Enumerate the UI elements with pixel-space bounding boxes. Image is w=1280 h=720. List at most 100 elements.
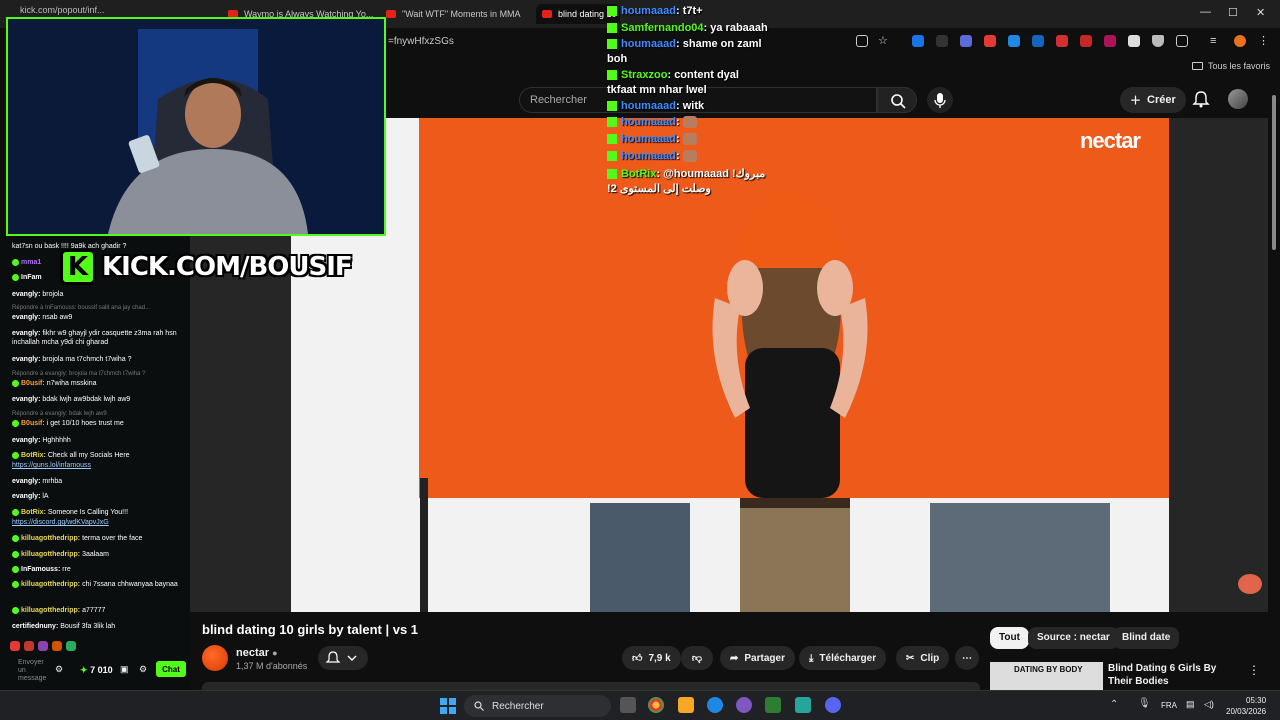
extension-icon[interactable]: [1056, 35, 1068, 47]
channel-name[interactable]: nectar ●: [236, 647, 278, 659]
settings-icon[interactable]: ⚙: [55, 664, 63, 675]
close-window-icon[interactable]: ✕: [1256, 6, 1265, 19]
youtube-favicon-icon: [542, 10, 552, 18]
create-button[interactable]: ＋ Créer: [1120, 87, 1186, 113]
chat-link[interactable]: https://guns.lol/infamouss: [12, 461, 184, 470]
app-icon[interactable]: [765, 697, 781, 713]
extension-icon[interactable]: [960, 35, 972, 47]
input-language[interactable]: FRA: [1161, 701, 1177, 710]
taskbar-clock[interactable]: 05:30 20/03/2026: [1226, 695, 1266, 717]
overlay-message: houmaaad:: [607, 116, 697, 129]
chat-send-button[interactable]: Chat: [156, 661, 186, 677]
chip-blind-date[interactable]: Blind date: [1113, 627, 1180, 649]
shield-icon[interactable]: [1152, 35, 1164, 47]
maximize-icon[interactable]: ☐: [1228, 6, 1238, 19]
chat-input[interactable]: Envoyer un message: [18, 659, 50, 683]
popout-window-title: kick.com/popout/inf...: [20, 5, 105, 15]
emote-icon[interactable]: [24, 641, 34, 651]
emote-icon: [682, 150, 697, 163]
emote-bar[interactable]: [10, 641, 76, 651]
overlay-message: BotRix: @houmaaad !مبروك: [607, 167, 765, 180]
kick-badge-icon: [607, 39, 617, 50]
task-view-icon[interactable]: [620, 697, 636, 713]
tab-wait-wtf[interactable]: "Wait WTF" Moments in MMA ✕: [380, 4, 530, 24]
emote-icon[interactable]: [66, 641, 76, 651]
file-explorer-icon[interactable]: [678, 697, 694, 713]
chevron-up-icon[interactable]: ⌃: [1110, 699, 1118, 710]
notifications-button[interactable]: [1192, 90, 1210, 113]
extension-icon[interactable]: [984, 35, 996, 47]
more-actions-button[interactable]: ⋯: [955, 646, 979, 670]
extension-icon[interactable]: [1128, 35, 1140, 47]
app-icon[interactable]: [736, 697, 752, 713]
chrome-icon[interactable]: [648, 697, 664, 713]
share-button[interactable]: ➦ Partager: [720, 646, 795, 670]
download-label: Télécharger: [819, 652, 877, 664]
extension-icon[interactable]: [1104, 35, 1116, 47]
clock-date: 20/03/2026: [1226, 707, 1267, 716]
microphone-icon[interactable]: 🎙︎: [1138, 698, 1151, 709]
windows-start-icon[interactable]: [440, 698, 456, 714]
page-scrollbar[interactable]: [1268, 80, 1280, 690]
emote-icon[interactable]: [10, 641, 20, 651]
chat-message: BotRix: Check all my Socials Here: [12, 451, 184, 460]
gift-icon[interactable]: ▣: [120, 664, 129, 675]
app-icon[interactable]: [795, 697, 811, 713]
kick-badge-icon: [607, 70, 617, 81]
address-bar[interactable]: =fnywHfxzSGs: [388, 36, 454, 47]
recommended-title[interactable]: Blind Dating 6 Girls By Their Bodies: [1108, 662, 1238, 688]
extension-icon[interactable]: [912, 35, 924, 47]
minimize-icon[interactable]: —: [1200, 6, 1211, 18]
dislike-button[interactable]: 👎︎: [681, 646, 713, 670]
voice-search-button[interactable]: [927, 87, 953, 113]
discord-icon[interactable]: [825, 697, 841, 713]
chat-link[interactable]: https://discord.gg/wdKVapvJxG: [12, 518, 184, 527]
download-button[interactable]: ⤓ Télécharger: [799, 646, 887, 670]
volume-icon[interactable]: ◁): [1204, 699, 1214, 710]
extension-icon[interactable]: [936, 35, 948, 47]
recommended-thumbnail[interactable]: DATING BY BODY: [990, 662, 1103, 690]
chat-message: evangly: fikhr w9 ghayjl ydir casquette …: [12, 330, 177, 346]
extension-icon[interactable]: [1080, 35, 1092, 47]
kick-channel-url: KICK.COM/BOUSIF: [102, 252, 353, 282]
overlay-message: houmaaad:: [607, 150, 697, 163]
search-button[interactable]: [877, 87, 917, 113]
emote-icon[interactable]: [52, 641, 62, 651]
streamer-webcam: [6, 17, 386, 236]
taskbar-search[interactable]: Rechercher: [464, 695, 611, 717]
profile-icon[interactable]: [1234, 35, 1246, 47]
share-arrow-icon: ➦: [730, 652, 739, 664]
kick-logo-icon: K: [60, 249, 96, 285]
close-tab-icon[interactable]: ✕: [521, 9, 530, 20]
chat-message: killuagotthedripp: chi 7ssana chhwanyaa …: [12, 580, 184, 589]
emote-icon: [682, 133, 697, 146]
all-bookmarks[interactable]: Tous les favoris: [1191, 61, 1270, 71]
extension-icon[interactable]: [1032, 35, 1044, 47]
like-button[interactable]: 👍︎ 7,9 k: [622, 646, 681, 670]
menu-dots-icon[interactable]: ⋮: [1258, 35, 1270, 47]
folder-icon: [1191, 62, 1203, 70]
chip-all[interactable]: Tout: [990, 627, 1029, 649]
share-label: Partager: [744, 652, 785, 664]
extensions-puzzle-icon[interactable]: [1176, 35, 1188, 47]
tab-list-icon[interactable]: ≡: [1210, 35, 1222, 47]
bookmark-star-icon[interactable]: ☆: [878, 35, 890, 47]
channel-points[interactable]: ✦ 7 010: [80, 665, 113, 676]
install-app-icon[interactable]: [856, 35, 868, 47]
reaction-icon[interactable]: [1238, 574, 1262, 594]
scrollbar-thumb[interactable]: [1272, 95, 1276, 250]
description-box[interactable]: [202, 682, 980, 690]
extension-icon[interactable]: [1008, 35, 1020, 47]
recommended-more-icon[interactable]: ⋮: [1248, 663, 1260, 677]
gear-icon[interactable]: ⚙: [139, 664, 147, 675]
overlay-message-cont: !وصلت إلى المستوى 2: [607, 183, 711, 195]
subscription-bell-button[interactable]: [318, 646, 368, 670]
edge-icon[interactable]: [707, 697, 723, 713]
network-icon[interactable]: ▤: [1186, 699, 1195, 710]
emote-icon[interactable]: [38, 641, 48, 651]
account-avatar[interactable]: [1228, 89, 1248, 109]
chip-source[interactable]: Source : nectar: [1028, 627, 1119, 649]
overlay-message-cont: boh: [607, 53, 628, 65]
channel-avatar[interactable]: [202, 645, 228, 671]
clip-button[interactable]: ✂ Clip: [896, 646, 950, 670]
